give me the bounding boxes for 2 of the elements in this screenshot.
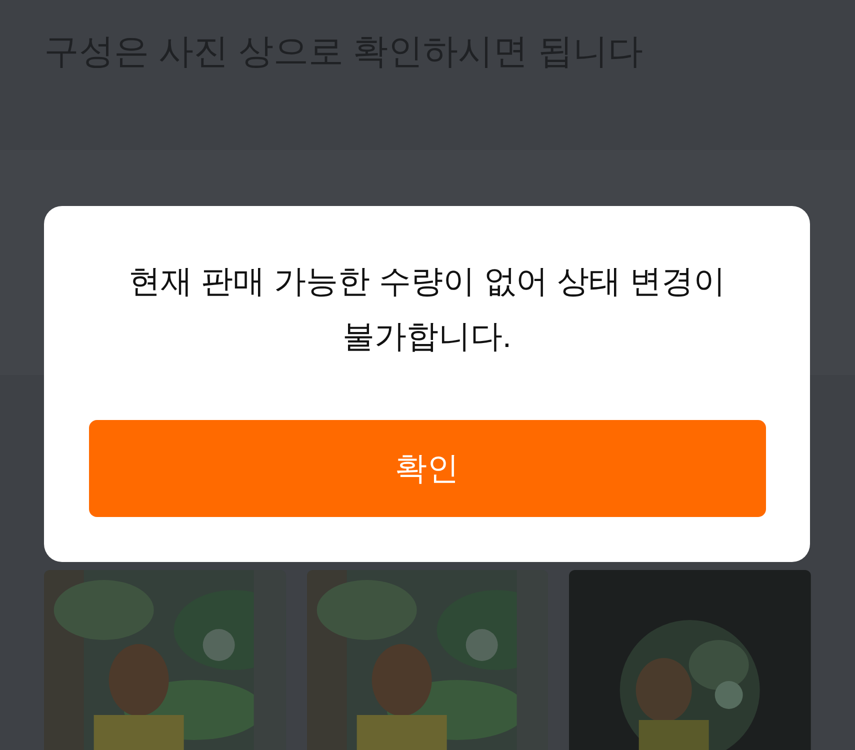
dialog-message: 현재 판매 가능한 수량이 없어 상태 변경이 불가합니다. bbox=[127, 262, 727, 356]
confirm-button[interactable]: 확인 bbox=[88, 420, 766, 517]
